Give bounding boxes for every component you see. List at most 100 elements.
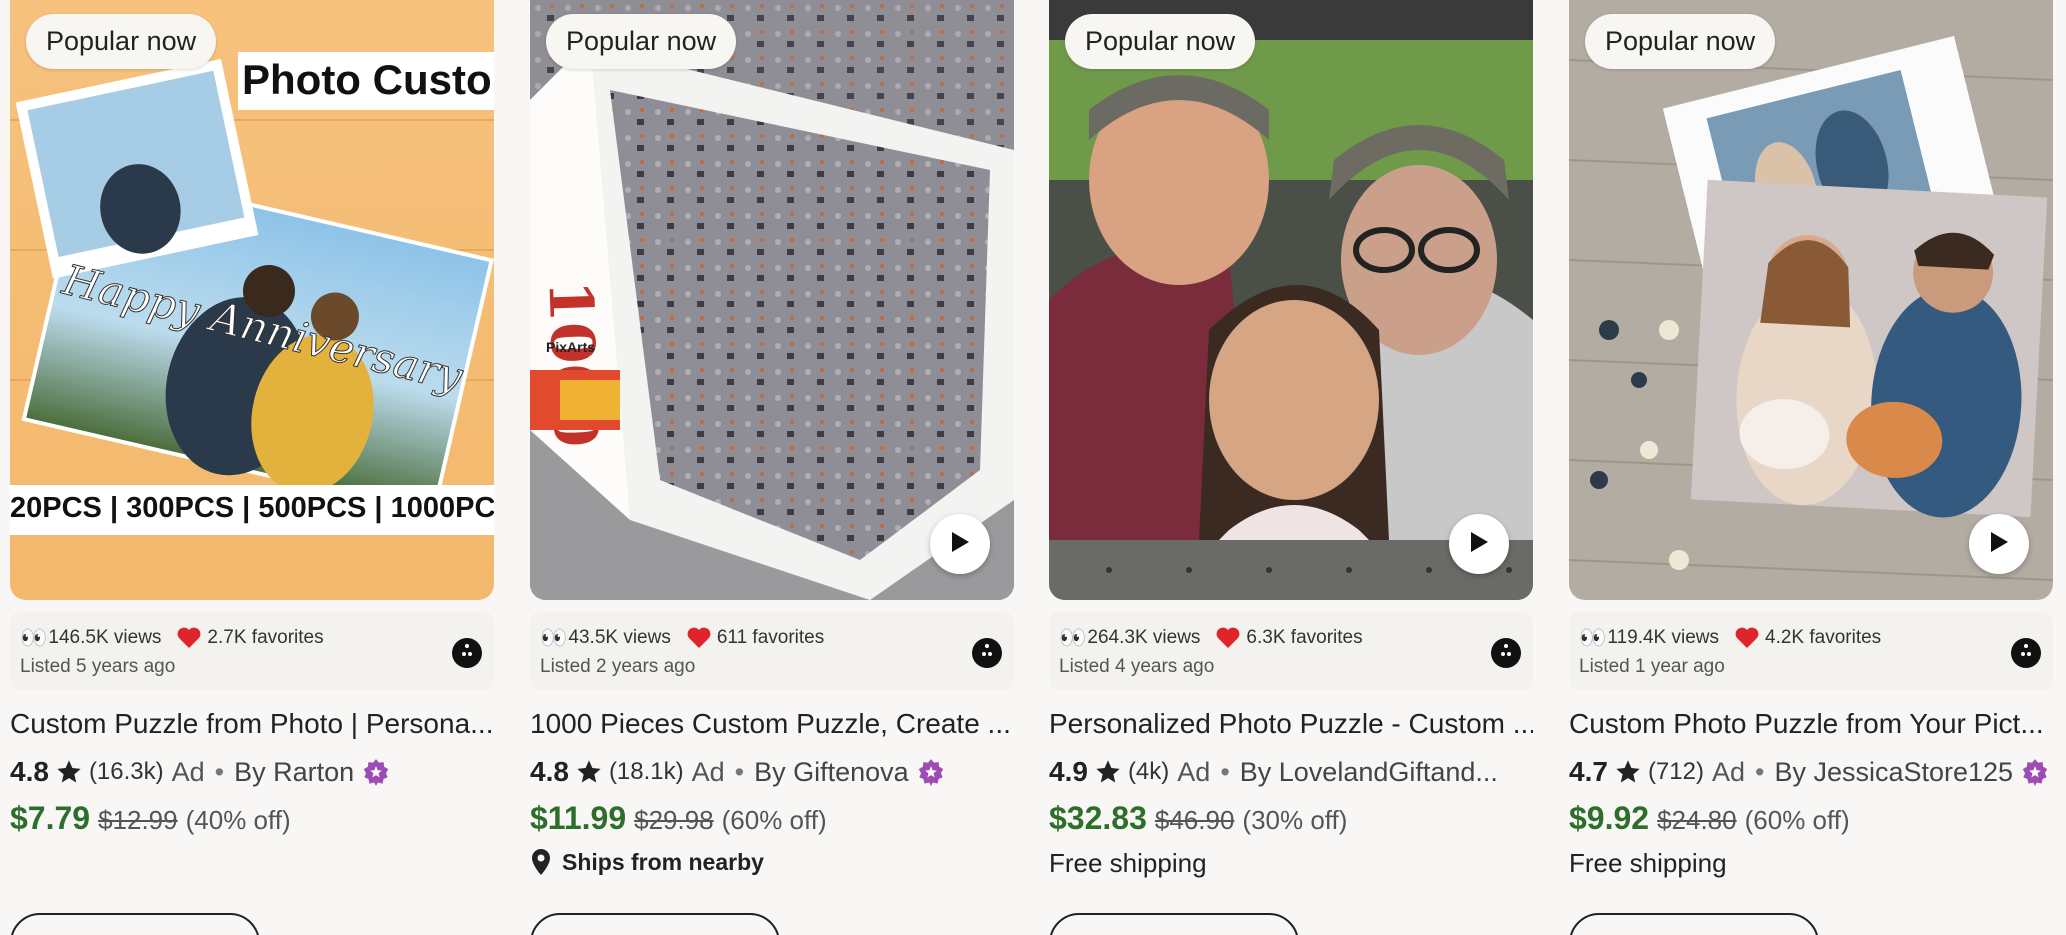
play-video-button[interactable] [1969, 514, 2029, 574]
review-count: (712) [1647, 758, 1704, 785]
more-options-button[interactable] [972, 638, 1002, 668]
heart-icon [177, 627, 201, 649]
discount-label: (40% off) [185, 805, 291, 835]
ad-label: Ad [171, 756, 205, 787]
star-seller-icon [2021, 758, 2049, 786]
eyes-icon: 👀 [1059, 625, 1086, 650]
star-seller-icon [917, 758, 945, 786]
price-row: $11.99 $29.98 (60% off) [530, 800, 827, 837]
listing-image[interactable]: Happy Anniversary Photo Custo 20PCS | 30… [10, 0, 494, 600]
listing-title[interactable]: Custom Puzzle from Photo | Persona... [10, 708, 494, 740]
listing-card-2[interactable]: 1000 PixArts Popular now 👀 43.5K views 6… [530, 0, 1014, 935]
separator-dot: • [214, 756, 225, 787]
sale-price: $9.92 [1569, 800, 1650, 836]
favorites-count: 2.7K favorites [207, 627, 324, 648]
heart-icon [1216, 627, 1240, 649]
ad-label: Ad [1177, 756, 1211, 787]
eyes-icon: 👀 [1579, 625, 1606, 650]
listing-title[interactable]: Personalized Photo Puzzle - Custom ... [1049, 708, 1533, 740]
more-icon [2017, 642, 2035, 665]
star-icon [1614, 758, 1642, 786]
listing-title[interactable]: 1000 Pieces Custom Puzzle, Create ... [530, 708, 1014, 740]
listing-meta: 4.7 (712) Ad • By JessicaStore125 [1569, 756, 2053, 788]
listing-image[interactable]: 1000 PixArts Popular now [530, 0, 1014, 600]
play-icon [1988, 530, 2010, 559]
listed-date: Listed 2 years ago [540, 656, 696, 677]
discount-label: (60% off) [1744, 805, 1850, 835]
listed-date: Listed 4 years ago [1059, 656, 1215, 677]
puzzle-box-image: 1000 PixArts [530, 0, 1014, 600]
separator-dot: • [734, 756, 745, 787]
couple-dogs-puzzle-image [1569, 0, 2053, 600]
seller-name[interactable]: By Giftenova [754, 757, 909, 788]
seller-name[interactable]: By Rarton [234, 757, 354, 788]
seller-name[interactable]: By LovelandGiftand... [1240, 757, 1498, 788]
separator-dot: • [1755, 756, 1765, 787]
listing-image[interactable]: Popular now [1569, 0, 2053, 600]
sale-price: $11.99 [530, 800, 627, 836]
more-options-button[interactable] [2011, 638, 2041, 668]
price-row: $9.92 $24.80 (60% off) [1569, 800, 1850, 837]
add-to-cart-button[interactable] [1569, 913, 1819, 935]
listed-date: Listed 5 years ago [20, 656, 176, 677]
listing-stats: 👀 119.4K views 4.2K favorites Listed 1 y… [1569, 612, 2053, 690]
listing-card-4[interactable]: Popular now 👀 119.4K views 4.2K favorite… [1569, 0, 2053, 935]
star-icon [55, 758, 83, 786]
original-price: $46.90 [1154, 805, 1235, 835]
more-icon [978, 642, 996, 665]
play-icon [1468, 530, 1490, 559]
discount-label: (30% off) [1242, 805, 1348, 835]
price-row: $32.83 $46.90 (30% off) [1049, 800, 1347, 837]
sale-price: $32.83 [1049, 800, 1147, 836]
listing-image[interactable]: Popular now [1049, 0, 1533, 600]
listed-date: Listed 1 year ago [1579, 656, 1725, 677]
review-count: (18.1k) [608, 758, 684, 785]
rating-value: 4.8 [530, 756, 569, 787]
heart-icon [687, 627, 711, 649]
separator-dot: • [1220, 756, 1230, 787]
free-shipping-text: Free shipping [1569, 848, 1727, 878]
add-to-cart-button[interactable] [530, 913, 780, 935]
heart-icon [1735, 627, 1759, 649]
shipping-info: Ships from nearby [530, 848, 764, 876]
more-icon [458, 642, 476, 665]
add-to-cart-button[interactable] [1049, 913, 1299, 935]
listing-card-1[interactable]: Happy Anniversary Photo Custo 20PCS | 30… [10, 0, 494, 935]
play-icon [949, 530, 971, 559]
add-to-cart-button[interactable] [10, 913, 260, 935]
listing-meta: 4.8 (18.1k) Ad • By Giftenova [530, 756, 1014, 788]
more-options-button[interactable] [1491, 638, 1521, 668]
play-video-button[interactable] [930, 514, 990, 574]
sale-price: $7.79 [10, 800, 91, 836]
favorites-count: 6.3K favorites [1246, 627, 1363, 648]
more-options-button[interactable] [452, 638, 482, 668]
review-count: (4k) [1127, 758, 1170, 785]
seller-name[interactable]: By JessicaStore125 [1774, 757, 2013, 788]
image-heading-text: Photo Custo [242, 56, 492, 103]
rating-value: 4.8 [10, 756, 49, 787]
price-row: $7.79 $12.99 (40% off) [10, 800, 291, 837]
popular-now-badge: Popular now [546, 14, 737, 69]
listing-card-3[interactable]: Popular now 👀 264.3K views 6.3K favorite… [1049, 0, 1533, 935]
views-count: 43.5K views [568, 627, 671, 648]
play-video-button[interactable] [1449, 514, 1509, 574]
popular-now-badge: Popular now [1065, 14, 1256, 69]
ships-from-nearby-text: Ships from nearby [562, 848, 764, 875]
favorites-count: 4.2K favorites [1765, 627, 1882, 648]
star-icon [1094, 758, 1122, 786]
eyes-icon: 👀 [540, 625, 567, 650]
popular-now-badge: Popular now [26, 14, 217, 69]
more-icon [1497, 642, 1515, 665]
eyes-icon: 👀 [20, 625, 47, 650]
listing-meta: 4.9 (4k) Ad • By LovelandGiftand... [1049, 756, 1533, 788]
original-price: $24.80 [1657, 805, 1737, 835]
listing-grid: Happy Anniversary Photo Custo 20PCS | 30… [0, 0, 2066, 935]
favorites-count: 611 favorites [716, 627, 825, 648]
listing-title[interactable]: Custom Photo Puzzle from Your Pict... [1569, 708, 2053, 740]
listing-meta: 4.8 (16.3k) Ad • By Rarton [10, 756, 494, 788]
box-brand-text: PixArts [546, 339, 595, 355]
location-pin-icon [530, 848, 552, 876]
ad-label: Ad [1711, 756, 1745, 787]
review-count: (16.3k) [88, 758, 164, 785]
star-icon [575, 758, 603, 786]
